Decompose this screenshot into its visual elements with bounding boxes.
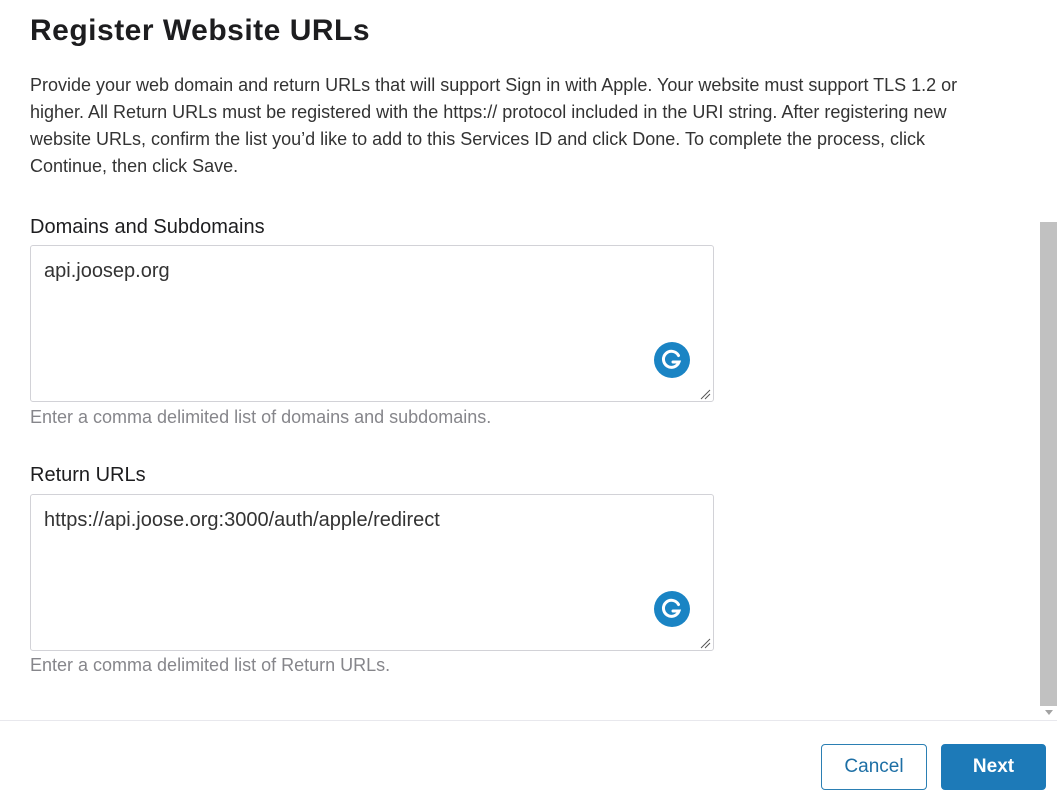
resize-handle-icon[interactable]: [699, 387, 711, 400]
domains-value[interactable]: api.joosep.org: [44, 260, 170, 283]
domains-textarea[interactable]: api.joosep.org: [30, 245, 714, 402]
return-urls-hint: Enter a comma delimited list of Return U…: [30, 655, 391, 675]
domains-hint: Enter a comma delimited list of domains …: [30, 407, 492, 427]
cancel-button[interactable]: Cancel: [821, 744, 927, 790]
next-button[interactable]: Next: [941, 744, 1046, 790]
scrollbar-thumb[interactable]: [1040, 222, 1057, 706]
grammarly-icon[interactable]: [654, 591, 690, 627]
scroll-down-arrow-icon[interactable]: [1045, 710, 1053, 715]
scrollbar[interactable]: [1040, 0, 1057, 720]
page-description: Provide your web domain and return URLs …: [30, 75, 958, 176]
footer-divider: [0, 720, 1057, 721]
domains-label: Domains and Subdomains: [30, 216, 265, 238]
return-urls-value[interactable]: https://api.joose.org:3000/auth/apple/re…: [44, 509, 440, 532]
return-urls-textarea[interactable]: https://api.joose.org:3000/auth/apple/re…: [30, 494, 714, 651]
return-urls-label: Return URLs: [30, 464, 146, 486]
resize-handle-icon[interactable]: [699, 636, 711, 649]
grammarly-icon[interactable]: [654, 342, 690, 378]
page-title: Register Website URLs: [30, 14, 371, 47]
